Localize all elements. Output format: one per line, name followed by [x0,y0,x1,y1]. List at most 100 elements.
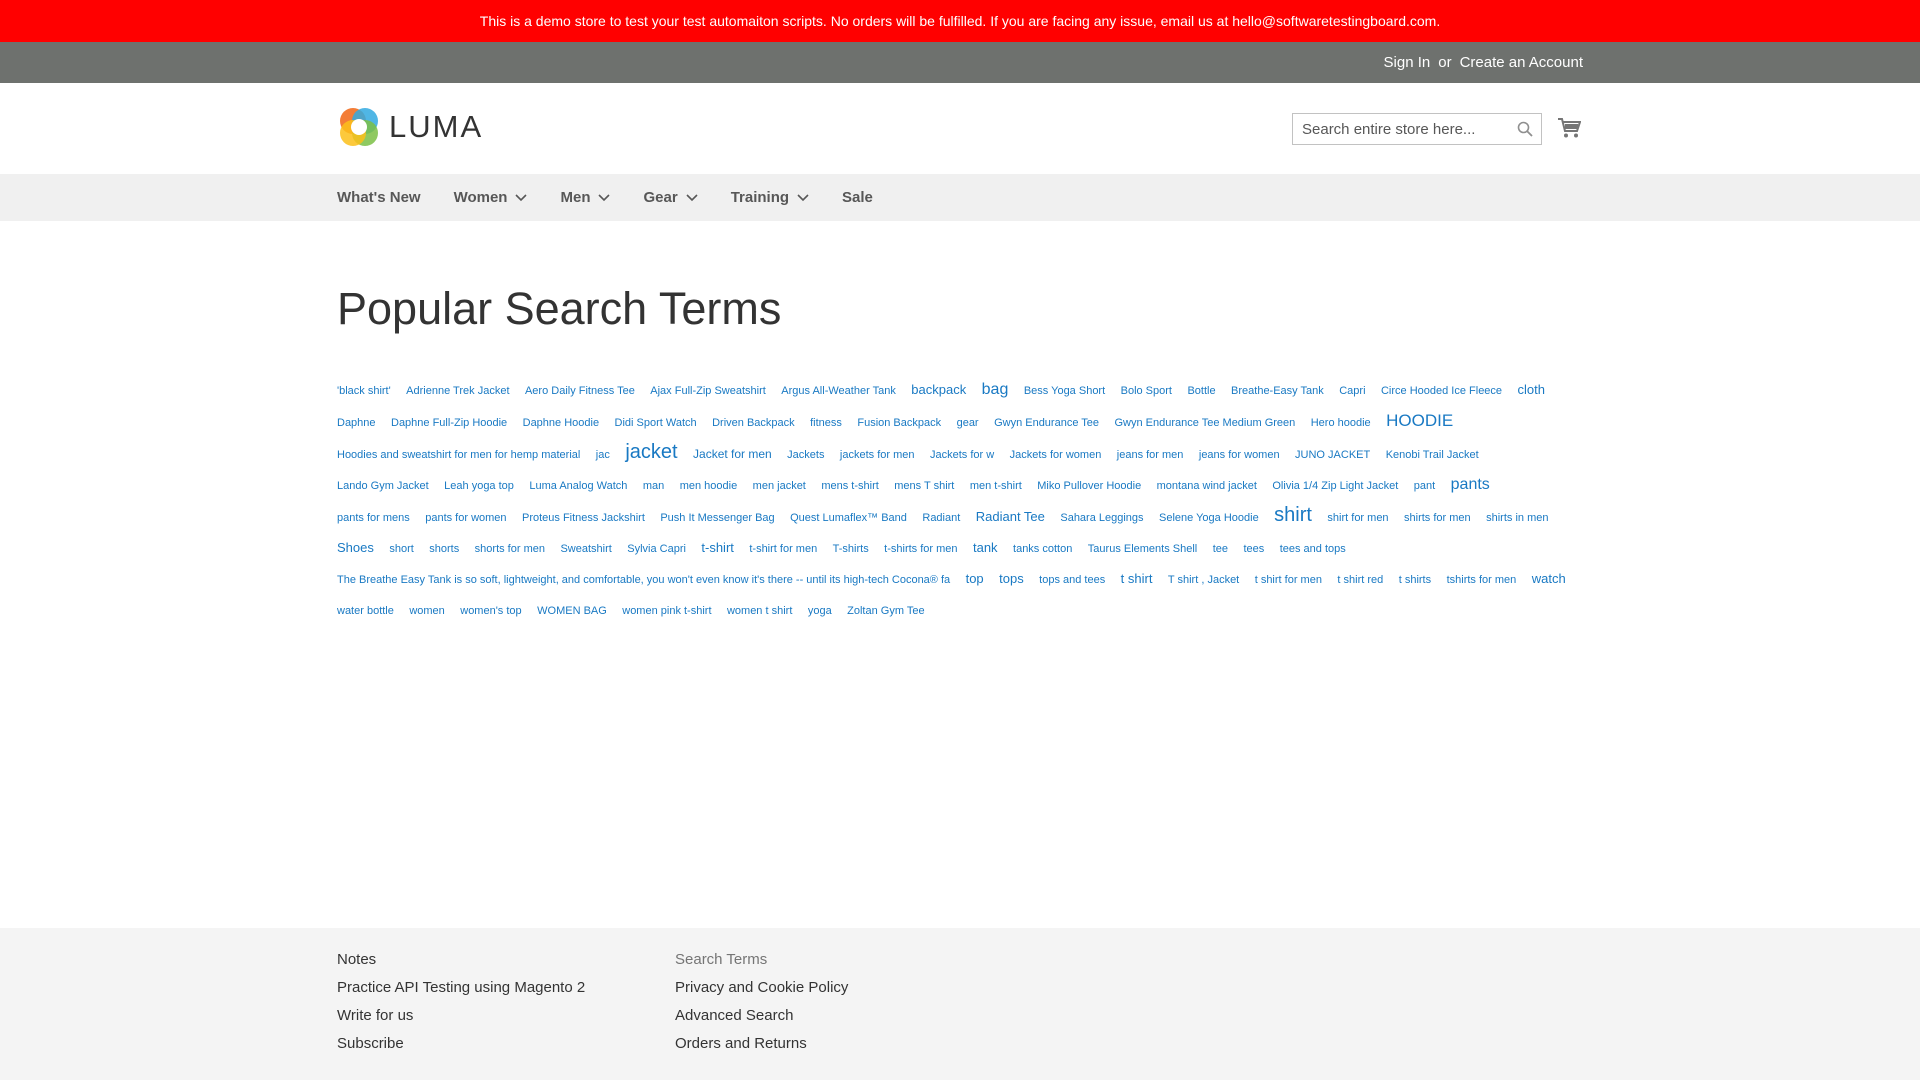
cart-icon[interactable] [1557,117,1581,139]
search-term-link[interactable]: shirt for men [1327,512,1388,524]
search-term-link[interactable]: fitness [810,417,842,429]
search-term-link[interactable]: Taurus Elements Shell [1088,543,1197,555]
footer-link-orders-and-returns[interactable]: Orders and Returns [675,1035,807,1052]
search-term-link[interactable]: tshirts for men [1447,574,1517,586]
search-term-link[interactable]: tanks cotton [1013,543,1072,555]
search-term-link[interactable]: Driven Backpack [712,417,795,429]
search-term-link[interactable]: women pink t-shirt [622,605,711,617]
search-term-link[interactable]: Ajax Full-Zip Sweatshirt [650,385,766,397]
search-term-link[interactable]: Proteus Fitness Jackshirt [522,512,645,524]
search-term-link[interactable]: Aero Daily Fitness Tee [525,385,635,397]
search-term-link[interactable]: Daphne Full-Zip Hoodie [391,417,507,429]
nav-item-women[interactable]: Women [454,189,528,206]
nav-item-gear[interactable]: Gear [643,189,698,206]
search-icon[interactable] [1517,121,1533,137]
search-term-link[interactable]: Daphne [337,417,376,429]
search-term-link[interactable]: Hoodies and sweatshirt for men for hemp … [337,449,580,461]
search-term-link[interactable]: Daphne Hoodie [523,417,599,429]
search-term-link[interactable]: Hero hoodie [1311,417,1371,429]
search-term-link[interactable]: The Breathe Easy Tank is so soft, lightw… [337,574,950,586]
search-term-link[interactable]: Capri [1339,385,1365,397]
search-term-link[interactable]: T-shirts [833,543,869,555]
search-term-link[interactable]: women's top [460,605,521,617]
search-term-link[interactable]: Radiant Tee [976,509,1045,524]
search-term-link[interactable]: pants for women [425,512,506,524]
search-term-link[interactable]: Shoes [337,540,374,555]
footer-link-advanced-search[interactable]: Advanced Search [675,1007,793,1024]
search-term-link[interactable]: Fusion Backpack [857,417,941,429]
search-term-link[interactable]: bag [982,381,1009,398]
search-term-link[interactable]: Bess Yoga Short [1024,385,1105,397]
search-term-link[interactable]: jeans for men [1117,449,1184,461]
search-term-link[interactable]: shorts for men [475,543,545,555]
search-term-link[interactable]: montana wind jacket [1157,480,1257,492]
search-term-link[interactable]: Sahara Leggings [1060,512,1143,524]
search-term-link[interactable]: Bottle [1187,385,1215,397]
search-term-link[interactable]: t-shirts for men [884,543,957,555]
search-term-link[interactable]: Circe Hooded Ice Fleece [1381,385,1502,397]
search-term-link[interactable]: WOMEN BAG [537,605,607,617]
search-term-link[interactable]: men jacket [753,480,806,492]
footer-link-privacy-and-cookie-policy[interactable]: Privacy and Cookie Policy [675,979,848,996]
search-term-link[interactable]: tank [973,540,998,555]
search-term-link[interactable]: cloth [1518,382,1545,397]
search-term-link[interactable]: jeans for women [1199,449,1280,461]
search-term-link[interactable]: women [409,605,444,617]
search-term-link[interactable]: tees [1243,543,1264,555]
search-term-link[interactable]: t shirt for men [1255,574,1322,586]
search-term-link[interactable]: t shirts [1399,574,1431,586]
search-term-link[interactable]: short [389,543,413,555]
search-term-link[interactable]: Sweatshirt [560,543,611,555]
search-term-link[interactable]: top [966,571,984,586]
search-term-link[interactable]: T shirt , Jacket [1168,574,1239,586]
footer-link-subscribe[interactable]: Subscribe [337,1035,404,1052]
search-term-link[interactable]: backpack [911,382,966,397]
search-term-link[interactable]: tops [999,571,1024,586]
search-term-link[interactable]: Selene Yoga Hoodie [1159,512,1259,524]
search-term-link[interactable]: t-shirt for men [749,543,817,555]
search-term-link[interactable]: Miko Pullover Hoodie [1037,480,1141,492]
search-term-link[interactable]: Lando Gym Jacket [337,480,429,492]
search-term-link[interactable]: men t-shirt [970,480,1022,492]
search-term-link[interactable]: pants [1451,476,1490,493]
search-term-link[interactable]: jac [596,449,610,461]
search-term-link[interactable]: pants for mens [337,512,410,524]
search-term-link[interactable]: Breathe-Easy Tank [1231,385,1324,397]
search-term-link[interactable]: 'black shirt' [337,385,391,397]
search-term-link[interactable]: Kenobi Trail Jacket [1386,449,1479,461]
search-term-link[interactable]: shirts for men [1404,512,1471,524]
search-term-link[interactable]: tops and tees [1039,574,1105,586]
footer-link-write-for-us[interactable]: Write for us [337,1007,413,1024]
search-term-link[interactable]: Gwyn Endurance Tee Medium Green [1115,417,1296,429]
search-term-link[interactable]: pant [1414,480,1435,492]
search-term-link[interactable]: Leah yoga top [444,480,514,492]
create-account-link[interactable]: Create an Account [1460,54,1583,71]
search-term-link[interactable]: shorts [429,543,459,555]
search-term-link[interactable]: Luma Analog Watch [529,480,627,492]
footer-link-notes[interactable]: Notes [337,951,376,968]
search-term-link[interactable]: t shirt [1121,571,1153,586]
search-term-link[interactable]: shirts in men [1486,512,1548,524]
search-term-link[interactable]: Jackets for women [1010,449,1102,461]
search-term-link[interactable]: watch [1532,571,1566,586]
search-term-link[interactable]: jacket [625,441,677,463]
luma-logo[interactable]: LUMA [337,105,483,149]
search-term-link[interactable]: yoga [808,605,832,617]
nav-item-sale[interactable]: Sale [842,189,873,206]
search-term-link[interactable]: t-shirt [701,540,734,555]
search-term-link[interactable]: Olivia 1/4 Zip Light Jacket [1272,480,1398,492]
search-term-link[interactable]: mens t-shirt [821,480,878,492]
search-term-link[interactable]: tees and tops [1280,543,1346,555]
nav-item-training[interactable]: Training [731,189,809,206]
search-term-link[interactable]: Adrienne Trek Jacket [406,385,509,397]
search-term-link[interactable]: Radiant [922,512,960,524]
search-term-link[interactable]: Didi Sport Watch [615,417,697,429]
search-term-link[interactable]: man [643,480,664,492]
sign-in-link[interactable]: Sign In [1384,54,1431,71]
search-term-link[interactable]: Gwyn Endurance Tee [994,417,1099,429]
search-term-link[interactable]: water bottle [337,605,394,617]
search-term-link[interactable]: mens T shirt [894,480,954,492]
search-term-link[interactable]: HOODIE [1386,411,1453,430]
search-term-link[interactable]: Sylvia Capri [627,543,686,555]
search-term-link[interactable]: shirt [1274,504,1312,526]
